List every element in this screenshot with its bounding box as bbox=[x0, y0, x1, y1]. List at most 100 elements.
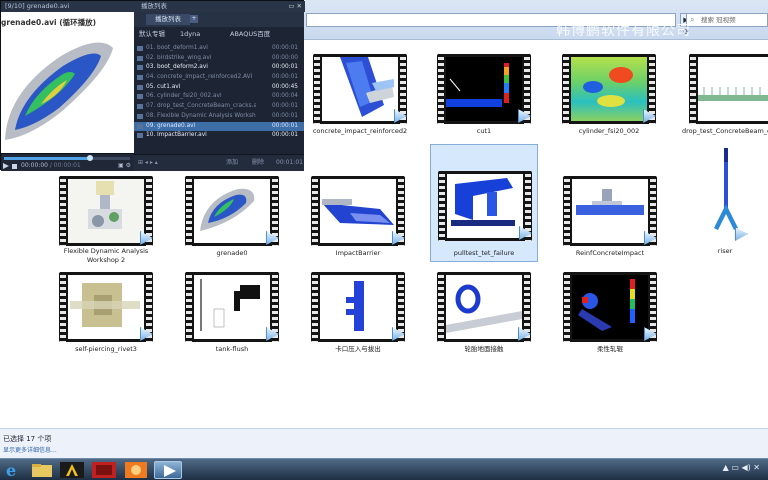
file-name: 轮胎地面接触 bbox=[464, 345, 504, 353]
video-file-tile[interactable]: cylinder_fsi20_002 bbox=[555, 48, 663, 141]
playlist-nav-icons[interactable]: ⊞ ◂ ▸ ▴ bbox=[138, 155, 158, 171]
playlist-item-name: 01. boot_deform1.avi bbox=[146, 45, 208, 51]
video-file-tile[interactable]: self-piercing_rivet3 bbox=[52, 266, 160, 359]
video-thumbnail bbox=[562, 54, 656, 124]
seek-bar-fill bbox=[4, 157, 90, 160]
file-name: concrete_impact_reinforced2 bbox=[312, 127, 408, 135]
video-frame bbox=[5, 42, 113, 140]
video-file-tile[interactable]: drop_test_ConcreteBeam_c bbox=[682, 48, 768, 141]
system-tray[interactable]: ▲ ▭ ◀) ✕ bbox=[718, 463, 760, 477]
playlist-item-duration: 00:00:01 bbox=[271, 74, 298, 81]
playlist-footer: ⊞ ◂ ▸ ▴ 添加 删除 00:01:01 bbox=[134, 154, 304, 171]
playlist-item[interactable]: 08. Flexible Dynamic Analysis Worksh... 0… bbox=[134, 112, 304, 122]
player-title-bar[interactable]: [9/10] grenade0.avi 播放列表 ▭ ✕ bbox=[1, 1, 305, 12]
watermark: 韩博鹏软件有限公司 bbox=[556, 23, 691, 39]
video-thumbnail bbox=[313, 54, 407, 124]
playlist-total-time: 00:01:01 bbox=[276, 159, 303, 166]
ansys-taskbar-button[interactable] bbox=[58, 461, 86, 479]
video-file-tile-selected[interactable]: pulltest_tet_failure bbox=[430, 144, 538, 262]
window-controls-icon[interactable]: ▭ ✕ bbox=[288, 1, 302, 12]
video-thumbnail bbox=[563, 176, 657, 246]
solidworks-icon bbox=[92, 462, 116, 478]
stop-button[interactable] bbox=[12, 164, 17, 169]
playlist-item-duration: 00:00:01 bbox=[271, 132, 298, 139]
category-abaqus[interactable]: ABAQUS百度 bbox=[230, 27, 270, 41]
video-thumbnail bbox=[311, 176, 405, 246]
video-file-tile[interactable]: grenade0 bbox=[178, 170, 286, 263]
video-thumbnail bbox=[563, 272, 657, 342]
playlist-item[interactable]: 03. boot_deform2.avi 00:00:01 bbox=[134, 63, 304, 73]
player-taskbar-button[interactable] bbox=[154, 461, 182, 479]
playlist-item[interactable]: 04. concrete_impact_reinforced2.AVI 00:00… bbox=[134, 73, 304, 83]
video-file-tile[interactable]: ImpactBarrier bbox=[304, 170, 412, 263]
playlist-item-name: 10. ImpactBarrier.avi bbox=[146, 132, 207, 139]
file-name: cylinder_fsi20_002 bbox=[578, 127, 640, 135]
video-file-tile[interactable]: 卡口压入与拔出 bbox=[304, 266, 412, 359]
playlist-item-name: 09. grenade0.avi bbox=[146, 122, 196, 129]
video-file-tile[interactable]: concrete_impact_reinforced2 bbox=[306, 48, 414, 141]
video-file-icon bbox=[137, 94, 143, 100]
playlist-item[interactable]: 05. cut1.avi 00:00:45 bbox=[134, 83, 304, 93]
time-current: 00:00:00 bbox=[21, 162, 48, 169]
ie-button[interactable]: e bbox=[2, 461, 30, 480]
file-name: 卡口压入与拔出 bbox=[335, 345, 381, 353]
ansys-icon bbox=[60, 462, 84, 478]
seek-knob[interactable] bbox=[86, 155, 93, 161]
playlist-item[interactable]: 06. cylinder_fsi20_002.avi 00:00:04 bbox=[134, 92, 304, 102]
video-file-tile[interactable]: 柔性轧辊 bbox=[556, 266, 664, 359]
time-total: / 00:00:01 bbox=[49, 162, 81, 169]
video-thumbnail bbox=[437, 272, 531, 342]
tray-icons[interactable]: ▲ ▭ ◀) ✕ bbox=[723, 463, 760, 472]
video-file-icon bbox=[137, 133, 143, 139]
playlist-delete-button[interactable]: 删除 bbox=[252, 155, 264, 171]
playlist-categories: 默认专辑 1dyna ABAQUS百度 bbox=[134, 27, 304, 41]
video-thumbnail bbox=[689, 54, 768, 124]
video-thumbnail bbox=[185, 176, 279, 246]
playlist-item-duration: 00:00:01 bbox=[271, 122, 298, 129]
video-file-tile[interactable]: 轮胎地面接触 bbox=[430, 266, 538, 359]
file-name: cut1 bbox=[476, 127, 492, 135]
video-file-icon bbox=[137, 46, 143, 51]
category-default[interactable]: 默认专辑 bbox=[139, 27, 165, 41]
play-button[interactable] bbox=[3, 163, 9, 169]
playlist-item[interactable]: 07. drop_test_ConcreteBeam_cracks.avi 00:… bbox=[134, 102, 304, 112]
explorer-taskbar-button[interactable] bbox=[28, 461, 56, 479]
video-thumbnail bbox=[438, 171, 532, 241]
file-name: self-piercing_rivet3 bbox=[75, 345, 137, 353]
playlist-item[interactable]: 02. birdstrike_wing.avi 00:00:00 bbox=[134, 54, 304, 64]
video-file-tile[interactable]: tank-flush bbox=[178, 266, 286, 359]
video-file-tile[interactable]: riser bbox=[682, 140, 768, 260]
category-1dyna[interactable]: 1dyna bbox=[180, 27, 200, 41]
video-file-tile[interactable]: Flexible Dynamic Analysis Workshop 2 bbox=[52, 170, 160, 264]
selection-count: 已选择 17 个项 bbox=[3, 435, 52, 443]
playlist-item[interactable]: 10. ImpactBarrier.avi 00:00:01 bbox=[134, 131, 304, 141]
video-area[interactable]: grenade0.avi (循环播放) bbox=[1, 12, 134, 153]
playlist-item[interactable]: 01. boot_deform1.avi 00:00:01 bbox=[134, 44, 304, 54]
playlist-add-button[interactable]: 添加 bbox=[226, 155, 238, 171]
player-options-icon[interactable]: ▣ ⚙ bbox=[118, 162, 131, 169]
solidworks-taskbar-button[interactable] bbox=[90, 461, 118, 479]
video-file-tile[interactable]: cut1 bbox=[430, 48, 538, 141]
playlist-item-name: 05. cut1.avi bbox=[146, 83, 181, 90]
player-controls: 00:00:00 / 00:00:01 ▣ ⚙ bbox=[1, 153, 134, 171]
playlist-item[interactable]: 09. grenade0.avi 00:00:01 bbox=[134, 121, 304, 132]
file-name: pulltest_tet_failure bbox=[453, 249, 515, 257]
playlist-items: 01. boot_deform1.avi 00:00:01 02. birdstri… bbox=[134, 44, 304, 141]
status-bar: 已选择 17 个项 显示更多详细信息... bbox=[0, 428, 768, 458]
tab-playlist[interactable]: 播放列表 bbox=[146, 14, 190, 25]
playlist-item-name: 07. drop_test_ConcreteBeam_cracks.avi bbox=[146, 103, 256, 110]
media-player-window[interactable]: [9/10] grenade0.avi 播放列表 ▭ ✕ grenade0.av… bbox=[0, 0, 305, 171]
ie-icon: e bbox=[6, 461, 16, 480]
video-file-tile[interactable]: ReinfConcreteImpact bbox=[556, 170, 664, 263]
file-name: ReinfConcreteImpact bbox=[575, 249, 645, 257]
show-details-link[interactable]: 显示更多详细信息... bbox=[3, 445, 57, 454]
add-tab-icon[interactable]: + bbox=[190, 15, 198, 23]
video-thumbnail bbox=[59, 176, 153, 246]
video-thumbnail bbox=[437, 54, 531, 124]
seek-bar[interactable] bbox=[4, 155, 130, 161]
playlist-item-duration: 00:00:04 bbox=[271, 93, 298, 100]
playback-time: 00:00:00 / 00:00:01 bbox=[21, 162, 81, 169]
app-taskbar-button[interactable] bbox=[122, 461, 150, 479]
video-file-icon bbox=[137, 84, 143, 90]
file-name: riser bbox=[717, 247, 733, 255]
